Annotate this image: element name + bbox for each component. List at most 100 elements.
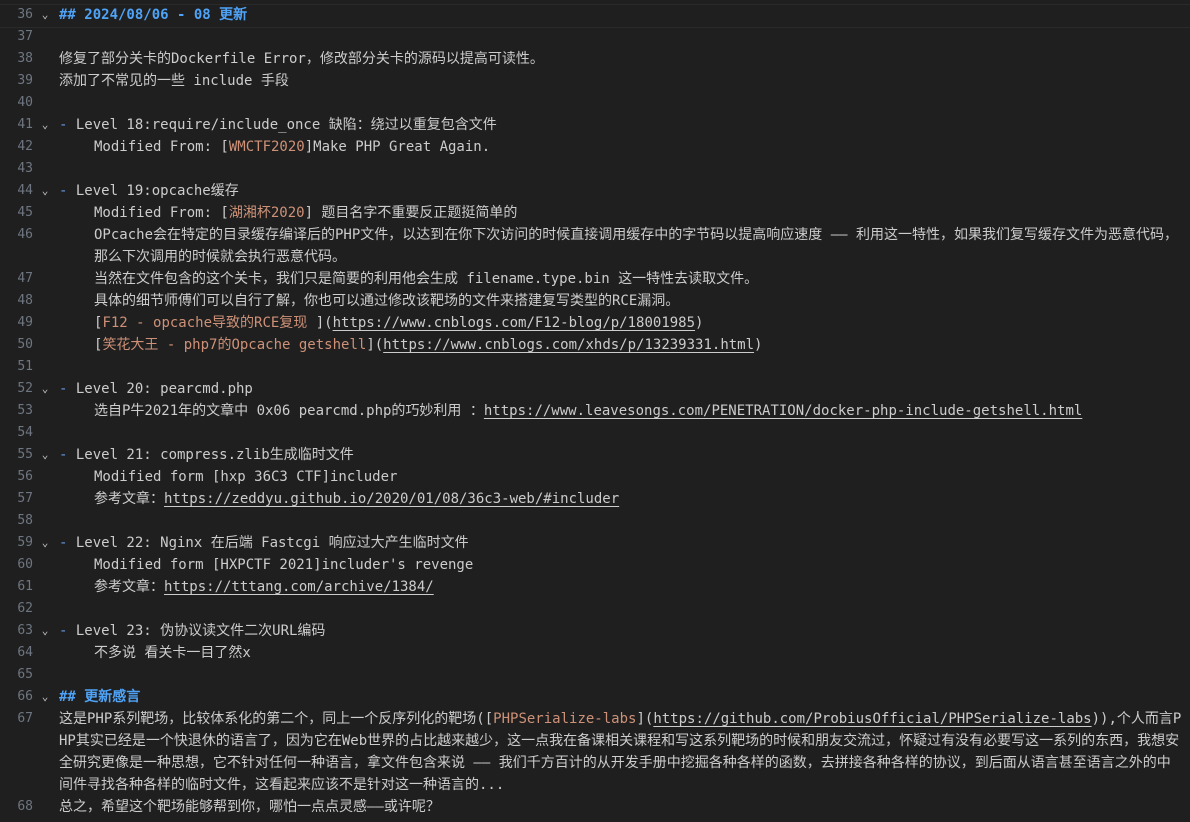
fold-chevron-icon[interactable]: ⌄ [38, 620, 52, 642]
line-57[interactable]: 57 参考文章：https://zeddyu.github.io/2020/01… [0, 488, 1190, 510]
line-number: 62 [17, 601, 33, 616]
line-53[interactable]: 53 选自P牛2021年的文章中 0x06 pearcmd.php的巧妙利用 ：… [0, 400, 1190, 422]
line-text: 参考文章：https://tttang.com/archive/1384/ [94, 576, 434, 598]
line-41[interactable]: 41 ⌄ - Level 18:require/include_once 缺陷：… [0, 114, 1190, 136]
line-number: 68 [17, 799, 33, 814]
line-number: 43 [17, 161, 33, 176]
text-prefix: 选自P牛2021年的文章中 0x06 pearcmd.php的巧妙利用 ： [94, 403, 484, 419]
line-number: 44 [17, 183, 33, 198]
text-suffix: ]( [636, 711, 654, 727]
line-text: 这是PHP系列靶场，比较体系化的第二个，同上一个反序列化的靶场([PHPSeri… [59, 708, 1184, 796]
line-number: 42 [17, 139, 33, 154]
line-text: [笑花大王 - php7的Opcache getshell](https://w… [94, 334, 762, 356]
line-42[interactable]: 42 Modified From: [WMCTF2020]Make PHP Gr… [0, 136, 1190, 158]
list-item-label: Level 21: compress.zlib生成临时文件 [75, 447, 354, 463]
text-prefix: 参考文章： [94, 491, 164, 507]
fold-chevron-icon[interactable]: ⌄ [38, 378, 52, 400]
line-number: 48 [17, 293, 33, 308]
line-text: 当然在文件包含的这个关卡，我们只是简要的利用他会生成 filename.type… [94, 271, 759, 287]
line-40[interactable]: 40 [0, 92, 1190, 114]
list-item-text: - Level 22: Nginx 在后端 Fastcgi 响应过大产生临时文件 [59, 532, 469, 554]
line-56[interactable]: 56 Modified form [hxp 36C3 CTF]includer [0, 466, 1190, 488]
list-dash: - [59, 623, 76, 639]
fold-chevron-icon[interactable]: ⌄ [38, 4, 52, 26]
line-number: 36 [17, 7, 33, 22]
list-dash: - [59, 447, 76, 463]
line-text: Modified From: [WMCTF2020]Make PHP Great… [94, 136, 490, 158]
line-54[interactable]: 54 [0, 422, 1190, 444]
link-text[interactable]: 笑花大王 - php7的Opcache getshell [102, 337, 366, 353]
list-item-text: - Level 21: compress.zlib生成临时文件 [59, 444, 354, 466]
line-number: 39 [17, 73, 33, 88]
line-number: 38 [17, 51, 33, 66]
link-url[interactable]: https://www.leavesongs.com/PENETRATION/d… [484, 403, 1082, 419]
line-number: 66 [17, 689, 33, 704]
line-number: 49 [17, 315, 33, 330]
line-65[interactable]: 65 [0, 664, 1190, 686]
fold-chevron-icon[interactable]: ⌄ [38, 444, 52, 466]
link-url[interactable]: https://tttang.com/archive/1384/ [164, 579, 434, 595]
line-number: 53 [17, 403, 33, 418]
list-dash: - [59, 183, 76, 199]
fold-chevron-icon[interactable]: ⌄ [38, 114, 52, 136]
line-45[interactable]: 45 Modified From: [湖湘杯2020] 题目名字不重要反正题挺简… [0, 202, 1190, 224]
line-number: 50 [17, 337, 33, 352]
fold-chevron-icon[interactable]: ⌄ [38, 180, 52, 202]
line-66[interactable]: 66 ⌄ ## 更新感言 [0, 686, 1190, 708]
line-44[interactable]: 44 ⌄ - Level 19:opcache缓存 [0, 180, 1190, 202]
line-47[interactable]: 47 当然在文件包含的这个关卡，我们只是简要的利用他会生成 filename.t… [0, 268, 1190, 290]
line-number: 37 [17, 29, 33, 44]
text-tail: ) [695, 315, 704, 331]
link-url[interactable]: https://www.cnblogs.com/xhds/p/13239331.… [383, 337, 754, 353]
list-item-label: Level 19:opcache缓存 [75, 183, 239, 199]
markdown-editor[interactable]: 36 ⌄ ## 2024/08/06 - 08 更新 37 38 修复了部分关卡… [0, 0, 1190, 822]
line-text: Modified form [HXPCTF 2021]includer's re… [94, 557, 474, 573]
link-text[interactable]: 湖湘杯2020 [229, 205, 305, 221]
line-36[interactable]: 36 ⌄ ## 2024/08/06 - 08 更新 [0, 4, 1190, 26]
line-48[interactable]: 48 具体的细节师傅们可以自行了解，你也可以通过修改该靶场的文件来搭建复写类型的… [0, 290, 1190, 312]
list-item-text: - Level 19:opcache缓存 [59, 180, 239, 202]
line-58[interactable]: 58 [0, 510, 1190, 532]
link-text[interactable]: WMCTF2020 [229, 139, 305, 155]
line-39[interactable]: 39 添加了不常见的一些 include 手段 [0, 70, 1190, 92]
line-number: 58 [17, 513, 33, 528]
line-text: [F12 - opcache导致的RCE复现 ](https://www.cnb… [94, 312, 703, 334]
text-suffix: ]( [315, 315, 333, 331]
line-text: 具体的细节师傅们可以自行了解，你也可以通过修改该靶场的文件来搭建复写类型的RCE… [94, 293, 680, 309]
heading: ## 更新感言 [59, 689, 141, 705]
text-prefix: 参考文章： [94, 579, 164, 595]
line-38[interactable]: 38 修复了部分关卡的Dockerfile Error，修改部分关卡的源码以提高… [0, 48, 1190, 70]
line-46[interactable]: 46 OPcache会在特定的目录缓存编译后的PHP文件，以达到在你下次访问的时… [0, 224, 1190, 268]
line-number: 60 [17, 557, 33, 572]
line-60[interactable]: 60 Modified form [HXPCTF 2021]includer's… [0, 554, 1190, 576]
link-text[interactable]: PHPSerialize-labs [493, 711, 636, 727]
link-url[interactable]: https://github.com/ProbiusOfficial/PHPSe… [653, 711, 1091, 727]
line-50[interactable]: 50 [笑花大王 - php7的Opcache getshell](https:… [0, 334, 1190, 356]
line-62[interactable]: 62 [0, 598, 1190, 620]
fold-chevron-icon[interactable]: ⌄ [38, 532, 52, 554]
line-text: OPcache会在特定的目录缓存编译后的PHP文件，以达到在你下次访问的时候直接… [94, 227, 1178, 265]
line-number: 54 [17, 425, 33, 440]
line-43[interactable]: 43 [0, 158, 1190, 180]
line-61[interactable]: 61 参考文章：https://tttang.com/archive/1384/ [0, 576, 1190, 598]
line-52[interactable]: 52 ⌄ - Level 20: pearcmd.php [0, 378, 1190, 400]
line-55[interactable]: 55 ⌄ - Level 21: compress.zlib生成临时文件 [0, 444, 1190, 466]
link-text[interactable]: F12 - opcache导致的RCE复现 [102, 315, 315, 331]
fold-chevron-icon[interactable]: ⌄ [38, 686, 52, 708]
line-67[interactable]: 67 这是PHP系列靶场，比较体系化的第二个，同上一个反序列化的靶场([PHPS… [0, 708, 1190, 796]
line-number: 46 [17, 227, 33, 242]
line-51[interactable]: 51 [0, 356, 1190, 378]
line-number: 47 [17, 271, 33, 286]
line-text: 添加了不常见的一些 include 手段 [59, 73, 289, 89]
line-59[interactable]: 59 ⌄ - Level 22: Nginx 在后端 Fastcgi 响应过大产… [0, 532, 1190, 554]
line-number: 41 [17, 117, 33, 132]
link-url[interactable]: https://zeddyu.github.io/2020/01/08/36c3… [164, 491, 619, 507]
line-68[interactable]: 68 总之，希望这个靶场能够帮到你，哪怕一点点灵感——或许呢？ [0, 796, 1190, 818]
line-63[interactable]: 63 ⌄ - Level 23: 伪协议读文件二次URL编码 [0, 620, 1190, 642]
line-text: 选自P牛2021年的文章中 0x06 pearcmd.php的巧妙利用 ：htt… [94, 400, 1082, 422]
text-suffix: ]( [366, 337, 384, 353]
line-37[interactable]: 37 [0, 26, 1190, 48]
line-64[interactable]: 64 不多说 看关卡一目了然x [0, 642, 1190, 664]
line-49[interactable]: 49 [F12 - opcache导致的RCE复现 ](https://www.… [0, 312, 1190, 334]
link-url[interactable]: https://www.cnblogs.com/F12-blog/p/18001… [333, 315, 695, 331]
